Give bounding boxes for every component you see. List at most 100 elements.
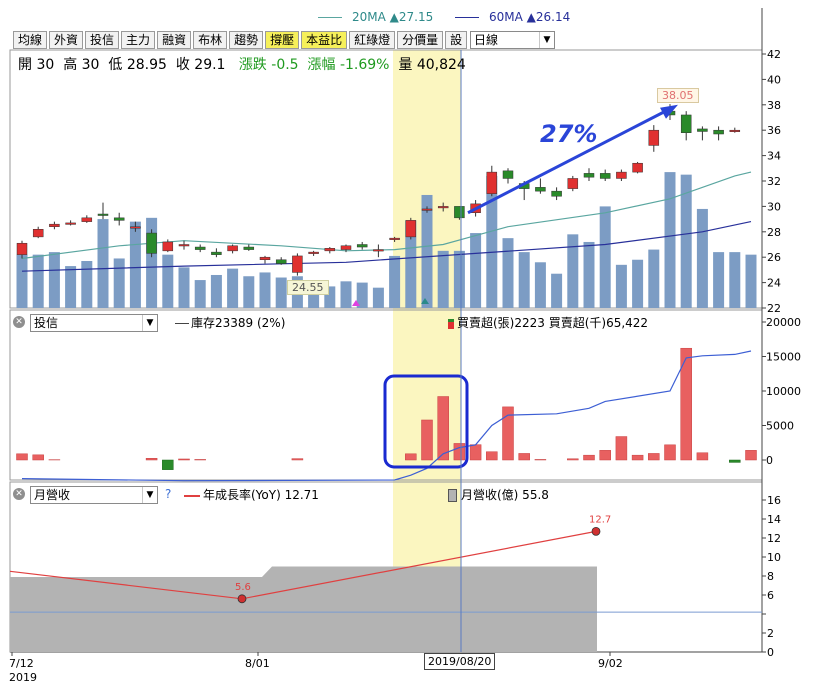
revenue-swatch	[448, 489, 457, 502]
volume-bar	[583, 241, 595, 308]
high-price-label: 38.05	[657, 88, 699, 103]
toolbar-button-margin[interactable]: 融資	[157, 31, 192, 49]
close-value: 29.1	[194, 57, 226, 73]
net-buy-bar	[162, 459, 174, 470]
ma20-legend: 20MA ▲27.15	[318, 10, 433, 24]
help-icon[interactable]: ?	[165, 487, 171, 501]
net-buy-bar	[615, 436, 628, 461]
candle-body	[146, 232, 157, 254]
close-panel-trust-icon[interactable]: ✕	[13, 316, 25, 328]
volume-bar	[470, 233, 482, 308]
revenue-y-tick-label: 8	[767, 570, 774, 583]
net-buy-bar	[631, 454, 644, 461]
candle-body	[535, 187, 546, 192]
toolbar-button-ma[interactable]: 均線	[13, 31, 48, 49]
net-buy-bar	[437, 396, 449, 461]
volume-bar	[502, 238, 514, 308]
panel-revenue-select[interactable]: 月營收 ▼	[30, 486, 158, 504]
net-buy-bar	[421, 419, 433, 461]
selected-range-highlight	[393, 50, 461, 652]
net-buy-bar	[486, 451, 498, 461]
toolbar-button-trend[interactable]: 趨勢	[229, 31, 264, 49]
candle-body	[713, 129, 724, 135]
toolbar-button-traffic[interactable]: 紅綠燈	[349, 31, 396, 49]
volume-bar	[534, 262, 546, 308]
net-buy-bar	[291, 458, 304, 461]
volume-bar	[372, 287, 384, 308]
candle-body	[680, 114, 692, 133]
volume-bar	[615, 264, 627, 308]
inventory-swatch	[175, 323, 189, 324]
net-buy-bar	[599, 450, 611, 461]
price-y-tick-label: 30	[767, 200, 781, 213]
revenue-area	[10, 566, 597, 652]
candle-body	[81, 217, 93, 222]
volume-bar	[259, 272, 271, 308]
volume-bar	[129, 221, 141, 308]
volume-bar	[389, 255, 401, 308]
close-panel-revenue-icon[interactable]: ✕	[13, 488, 25, 500]
panel-trust-select[interactable]: 投信 ▼	[30, 314, 158, 332]
gain-percent-annotation: 27%	[540, 120, 598, 148]
net-buy-y-tick-label: 5000	[766, 420, 794, 433]
toolbar-button-volume-profile[interactable]: 分價量	[397, 31, 444, 49]
volume-bar	[194, 280, 206, 308]
x-tick-label: 9/02	[598, 657, 623, 670]
volume-bar	[437, 250, 449, 308]
price-y-tick-label: 22	[767, 302, 781, 315]
candle-body	[454, 206, 465, 219]
volume-bar	[97, 219, 109, 308]
yoy-value-label: 5.6	[235, 582, 251, 593]
net-buy-legend: 買賣超(張)2223 買賣超(千)65,422	[448, 314, 648, 331]
toolbar-button-support[interactable]: 撐壓	[265, 31, 300, 49]
change-label: 漲跌	[238, 57, 267, 73]
net-buy-y-tick-label: 0	[766, 454, 773, 467]
panel-revenue-select-value: 月營收	[34, 488, 71, 502]
toolbar-button-foreign[interactable]: 外資	[49, 31, 84, 49]
price-y-tick-label: 38	[767, 99, 781, 112]
candle-body	[567, 178, 579, 189]
candle-body	[551, 190, 562, 197]
volume-value: 40,824	[416, 57, 466, 73]
candle-body	[616, 171, 627, 179]
candle-body	[729, 129, 741, 132]
volume-bar	[48, 252, 60, 308]
net-buy-swatch	[448, 318, 454, 329]
candle-body	[648, 129, 660, 146]
inventory-legend-text: 庫存23389 (2%)	[191, 316, 286, 330]
candle-body	[16, 242, 28, 255]
volume-bar	[227, 268, 239, 308]
candle-body	[405, 220, 417, 238]
yoy-swatch	[184, 494, 200, 497]
period-select[interactable]: 日線 ▼	[470, 31, 555, 49]
net-buy-bar	[469, 444, 482, 461]
toolbar-button-pe[interactable]: 本益比	[301, 31, 348, 49]
volume-bar	[567, 234, 579, 308]
net-buy-bar	[16, 453, 28, 461]
net-buy-y-tick-label: 20000	[766, 316, 801, 329]
net-buy-bar	[745, 450, 757, 461]
toolbar-button-settings[interactable]: 設	[445, 31, 468, 49]
revenue-y-tick-label: 10	[767, 551, 781, 564]
toolbar-button-trust[interactable]: 投信	[85, 31, 120, 49]
quote-line: 開 30 高 30 低 28.95 收 29.1 漲跌 -0.5 漲幅 -1.6…	[18, 54, 466, 74]
pct-label: 漲幅	[307, 57, 336, 73]
revenue-legend-text: 月營收(億) 55.8	[461, 488, 549, 502]
x-year-label: 2019	[9, 671, 37, 684]
high-value: 30	[81, 57, 100, 73]
net-buy-bar	[648, 453, 660, 461]
net-buy-y-tick-label: 10000	[766, 385, 801, 398]
volume-bar	[518, 252, 530, 308]
candle-body	[292, 255, 303, 273]
candle-body	[113, 217, 125, 221]
pct-value: -1.69%	[339, 57, 390, 73]
open-label: 開	[18, 57, 32, 73]
high-label: 高	[63, 57, 78, 73]
toolbar-button-main[interactable]: 主力	[121, 31, 156, 49]
x-tick-label: 8/01	[245, 657, 270, 670]
price-y-tick-label: 26	[767, 251, 781, 264]
revenue-y-tick-label: 12	[767, 532, 781, 545]
toolbar-button-bollinger[interactable]: 布林	[193, 31, 228, 49]
net-buy-bar	[664, 444, 676, 461]
net-buy-bar	[453, 443, 466, 461]
